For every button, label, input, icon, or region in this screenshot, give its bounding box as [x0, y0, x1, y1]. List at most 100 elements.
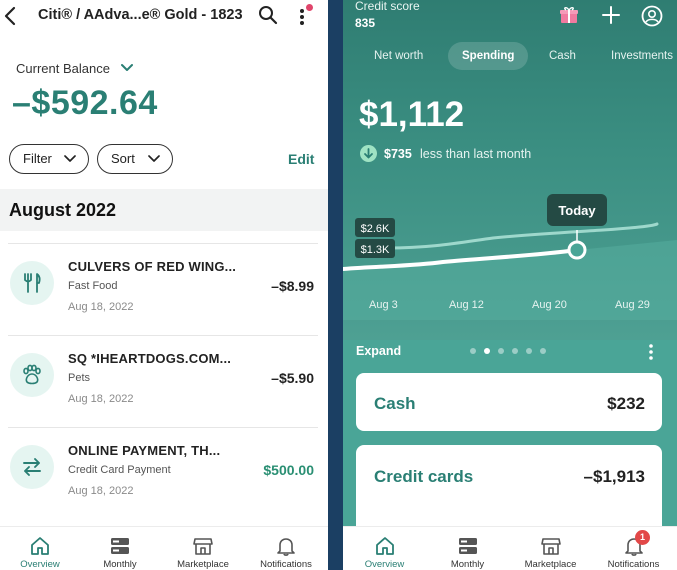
carousel-dot[interactable]: [498, 348, 504, 354]
top-app-bar: Citi® / AAdva...e® Gold - 1823: [0, 0, 328, 34]
search-icon[interactable]: [258, 5, 278, 25]
tab-marketplace[interactable]: Marketplace: [509, 527, 592, 570]
transaction-amount: –$8.99: [271, 278, 314, 294]
bell-icon: [277, 538, 295, 556]
tab-marketplace[interactable]: Marketplace: [163, 527, 243, 570]
menu-alert-dot: [306, 4, 313, 11]
category-icon-badge: [10, 261, 54, 305]
transaction-category: Credit Card Payment: [68, 464, 171, 476]
tab-investments[interactable]: Investments: [611, 42, 673, 70]
transaction-merchant: SQ *IHEARTDOGS.COM...: [68, 351, 232, 366]
transaction-category: Fast Food: [68, 280, 118, 292]
account-title: Citi® / AAdva...e® Gold - 1823: [38, 7, 243, 23]
carousel-dot[interactable]: [526, 348, 532, 354]
filter-button[interactable]: Filter: [9, 144, 89, 174]
user-icon[interactable]: [641, 5, 663, 27]
category-icon-badge: [10, 353, 54, 397]
left-phone-screen: Citi® / AAdva...e® Gold - 1823 Current B…: [0, 0, 328, 570]
right-phone-screen: Credit score 835 Net worth Spending Cash…: [343, 0, 677, 570]
expand-button[interactable]: Expand: [356, 344, 401, 358]
tab-label: Monthly: [450, 559, 485, 570]
overview-tabs: Net worth Spending Cash Investments: [343, 42, 677, 72]
cash-card[interactable]: Cash $232: [356, 373, 662, 431]
transaction-row[interactable]: ONLINE PAYMENT, TH... Credit Card Paymen…: [0, 427, 328, 526]
x-tick: Aug 3: [369, 299, 398, 311]
transaction-row[interactable]: CULVERS OF RED WING... Fast Food Aug 18,…: [0, 243, 328, 342]
row-divider: [8, 335, 318, 336]
carousel-dot[interactable]: [470, 348, 476, 354]
credit-card-value: –$1,913: [583, 467, 645, 486]
transfer-arrows-icon: [23, 458, 41, 476]
transaction-merchant: CULVERS OF RED WING...: [68, 259, 237, 274]
tab-label: Marketplace: [177, 559, 229, 570]
tab-cash[interactable]: Cash: [549, 42, 576, 70]
carousel-dot-active[interactable]: [484, 348, 490, 354]
x-tick: Aug 12: [449, 299, 484, 311]
credit-score-value: 835: [355, 16, 376, 30]
chevron-down-icon: [64, 155, 76, 162]
paw-icon: [23, 364, 41, 385]
tab-label: Overview: [364, 559, 405, 570]
transaction-merchant: ONLINE PAYMENT, TH...: [68, 443, 221, 458]
tab-label: Notifications: [607, 559, 660, 570]
cash-card-title: Cash: [374, 394, 416, 413]
sort-label: Sort: [111, 151, 135, 166]
current-balance-value: –$592.64: [12, 84, 158, 122]
last-month-line: [386, 222, 659, 250]
transaction-category: Pets: [68, 372, 91, 384]
tab-overview[interactable]: Overview: [343, 527, 426, 570]
tab-label: Marketplace: [524, 559, 577, 570]
credit-score-label[interactable]: Credit score: [355, 0, 420, 13]
notification-badge: 1: [635, 530, 650, 545]
spending-total: $1,112: [359, 95, 465, 134]
category-icon-badge: [10, 445, 54, 489]
fork-knife-icon: [24, 273, 41, 293]
spending-delta-text: less than last month: [420, 147, 532, 161]
tab-label: Overview: [20, 559, 60, 570]
filter-label: Filter: [23, 151, 52, 166]
tab-net-worth[interactable]: Net worth: [374, 42, 423, 70]
x-tick: Aug 20: [532, 299, 567, 311]
credit-card-title: Credit cards: [374, 467, 474, 486]
transaction-amount: $500.00: [263, 462, 314, 478]
transaction-amount: –$5.90: [271, 370, 314, 386]
today-marker: [567, 240, 587, 260]
transaction-date: Aug 18, 2022: [68, 393, 134, 405]
row-divider: [8, 243, 318, 244]
carousel-dot[interactable]: [512, 348, 518, 354]
row-divider: [8, 427, 318, 428]
sort-button[interactable]: Sort: [97, 144, 173, 174]
monthly-icon: [111, 538, 129, 554]
back-arrow-icon[interactable]: [2, 6, 20, 26]
monthly-icon: [459, 538, 477, 554]
tab-monthly[interactable]: Monthly: [426, 527, 509, 570]
transaction-row[interactable]: SQ *IHEARTDOGS.COM... Pets Aug 18, 2022 …: [0, 335, 328, 434]
x-tick: Aug 29: [615, 299, 650, 311]
low-label: $1.3K: [361, 244, 390, 256]
edit-button[interactable]: Edit: [288, 151, 314, 167]
tab-notifications[interactable]: 1 Notifications: [592, 527, 675, 570]
tab-notifications[interactable]: Notifications: [246, 527, 326, 570]
month-section-header: August 2022: [0, 189, 328, 231]
gift-icon[interactable]: [559, 5, 579, 25]
cash-card-value: $232: [607, 394, 645, 413]
more-vertical-icon[interactable]: [646, 343, 656, 361]
transaction-date: Aug 18, 2022: [68, 485, 134, 497]
plus-icon[interactable]: [601, 5, 621, 25]
home-icon: [376, 537, 394, 555]
down-arrow-icon: [360, 145, 377, 162]
month-section-title: August 2022: [9, 200, 117, 220]
today-label: Today: [558, 203, 596, 218]
carousel-dot[interactable]: [540, 348, 546, 354]
chevron-down-icon[interactable]: [120, 62, 134, 74]
tab-overview[interactable]: Overview: [0, 527, 80, 570]
tab-label: Monthly: [103, 559, 137, 570]
carousel-dots[interactable]: [470, 348, 560, 356]
transaction-date: Aug 18, 2022: [68, 301, 134, 313]
spending-delta-amount: $735: [384, 147, 412, 161]
current-balance-label[interactable]: Current Balance: [16, 61, 110, 76]
tab-label: Notifications: [260, 559, 312, 570]
tab-spending[interactable]: Spending: [448, 42, 529, 70]
chevron-down-icon: [148, 155, 160, 162]
tab-monthly[interactable]: Monthly: [80, 527, 160, 570]
